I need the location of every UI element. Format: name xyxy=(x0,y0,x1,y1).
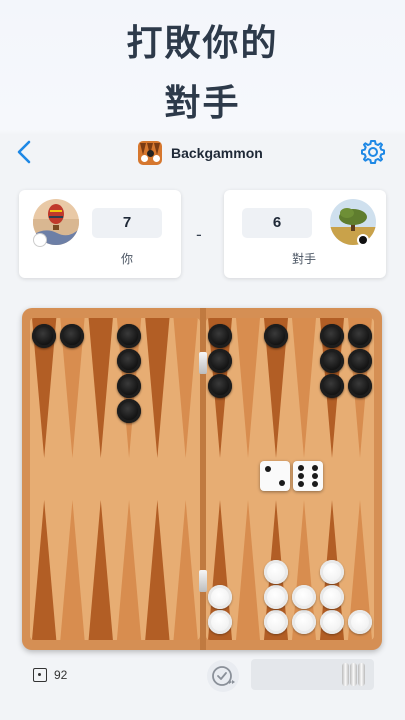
die-pip xyxy=(298,473,304,479)
black-checker[interactable] xyxy=(208,324,232,348)
die-pip xyxy=(312,465,318,471)
black-checker[interactable] xyxy=(348,374,372,398)
die-pip xyxy=(312,473,318,479)
die-pip xyxy=(265,466,271,472)
app-title-group: Backgammon xyxy=(138,139,263,167)
die-one-icon xyxy=(33,668,47,682)
tray-stack xyxy=(350,663,357,686)
player-card-opponent: 6 對手 xyxy=(224,190,386,278)
white-checker[interactable] xyxy=(320,560,344,584)
white-checker[interactable] xyxy=(208,610,232,634)
pip-count: 92 xyxy=(54,668,68,682)
black-checker[interactable] xyxy=(32,324,57,348)
top-bar: Backgammon xyxy=(0,132,405,174)
die-pip xyxy=(312,481,318,487)
black-checker[interactable] xyxy=(208,349,232,373)
board-half-left xyxy=(30,318,200,640)
backgammon-board xyxy=(22,308,382,650)
white-checker[interactable] xyxy=(320,610,344,634)
chevron-left-icon[interactable] xyxy=(12,138,38,166)
black-checker[interactable] xyxy=(264,324,288,348)
black-checker[interactable] xyxy=(117,374,142,398)
auto-play-button[interactable] xyxy=(207,660,239,692)
board-point-top[interactable] xyxy=(236,318,260,458)
black-checker[interactable] xyxy=(320,349,344,373)
board-point-top[interactable] xyxy=(173,318,198,458)
board-point-bottom[interactable] xyxy=(60,500,85,640)
board-point-bottom[interactable] xyxy=(173,500,198,640)
black-checker[interactable] xyxy=(320,324,344,348)
hinge-top xyxy=(199,352,207,374)
board-point-top[interactable] xyxy=(145,318,170,458)
board-point-bottom[interactable] xyxy=(236,500,260,640)
black-checker[interactable] xyxy=(348,324,372,348)
board-point-bottom[interactable] xyxy=(145,500,170,640)
black-checker[interactable] xyxy=(117,349,142,373)
white-checker[interactable] xyxy=(208,585,232,609)
score-me: 7 xyxy=(92,208,162,238)
tray-stack xyxy=(342,663,349,686)
white-checker[interactable] xyxy=(264,610,288,634)
board-point-bottom[interactable] xyxy=(32,500,57,640)
promo-banner: 打敗你的 對手 xyxy=(0,0,405,130)
black-checker[interactable] xyxy=(117,399,142,423)
board-point-bottom[interactable] xyxy=(116,500,142,640)
checker-badge-black xyxy=(357,234,369,246)
white-checker[interactable] xyxy=(320,585,344,609)
die-pip xyxy=(298,465,304,471)
black-checker[interactable] xyxy=(117,324,142,348)
score-opponent: 6 xyxy=(242,208,312,238)
die-2[interactable] xyxy=(293,461,323,491)
app-title: Backgammon xyxy=(171,145,263,161)
promo-line-2: 對手 xyxy=(164,83,241,124)
die-pip xyxy=(279,480,285,486)
points-layer xyxy=(32,318,198,640)
board-point-bottom[interactable] xyxy=(88,500,113,640)
checker-badge-white xyxy=(34,234,46,246)
player-name-opponent: 對手 xyxy=(291,252,316,266)
gear-icon[interactable] xyxy=(359,138,387,166)
backgammon-app-icon xyxy=(138,141,162,165)
black-checker[interactable] xyxy=(320,374,344,398)
auto-play-icon xyxy=(212,666,235,686)
die-pip xyxy=(298,481,304,487)
die-1[interactable] xyxy=(260,461,290,491)
board-point-top[interactable] xyxy=(292,318,316,458)
white-checker[interactable] xyxy=(264,560,288,584)
white-checker[interactable] xyxy=(264,585,288,609)
hinge-bottom xyxy=(199,570,207,592)
avatar-opponent xyxy=(330,199,376,245)
player-card-me: 7 你 xyxy=(19,190,181,278)
score-separator: - xyxy=(196,225,202,244)
white-checker[interactable] xyxy=(292,610,316,634)
borne-off-tray xyxy=(251,659,374,690)
black-checker[interactable] xyxy=(348,349,372,373)
player-name-me: 你 xyxy=(120,252,133,266)
board-point-top[interactable] xyxy=(88,318,113,458)
promo-line-1: 打敗你的 xyxy=(126,23,279,64)
white-checker[interactable] xyxy=(348,610,372,634)
black-checker[interactable] xyxy=(208,374,232,398)
white-checker[interactable] xyxy=(292,585,316,609)
tray-stack xyxy=(358,663,365,686)
bottom-bar: 92 xyxy=(0,656,405,696)
